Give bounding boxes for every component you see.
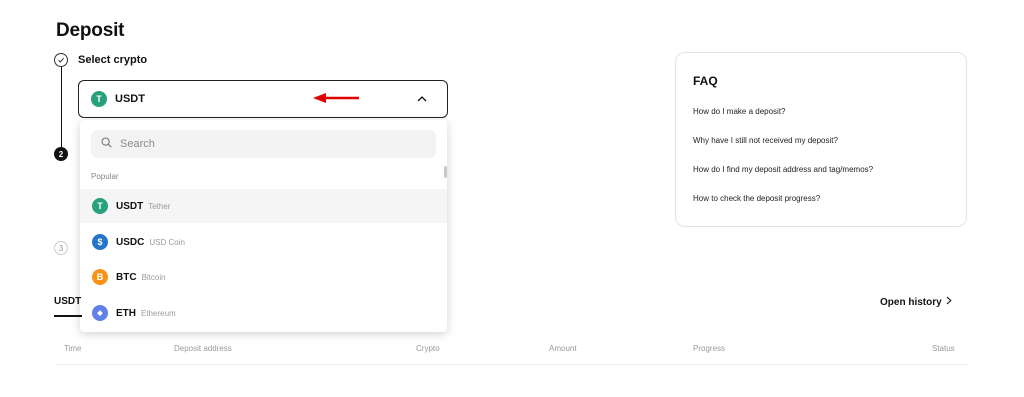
coin-symbol: BTC — [116, 271, 137, 283]
column-header-status: Status — [932, 344, 955, 353]
faq-card: FAQ How do I make a deposit? Why have I … — [675, 52, 967, 227]
column-header-deposit-address: Deposit address — [174, 344, 232, 353]
search-input[interactable] — [120, 138, 320, 150]
search-box[interactable] — [91, 130, 436, 158]
coin-option-btc[interactable]: B BTC Bitcoin — [80, 260, 447, 294]
coin-name: USD Coin — [149, 237, 185, 247]
coin-name: Tether — [148, 201, 171, 211]
faq-link[interactable]: How do I make a deposit? — [693, 97, 949, 126]
step-2-indicator: 2 — [54, 147, 68, 161]
coin-name: Bitcoin — [141, 272, 166, 282]
dropdown-scrollbar[interactable] — [444, 166, 447, 178]
crypto-dropdown: Popular T USDT Tether $ USDC USD Coin B … — [80, 120, 447, 332]
faq-link[interactable]: How do I find my deposit address and tag… — [693, 155, 949, 184]
open-history-label: Open history — [880, 296, 942, 308]
table-divider — [56, 364, 968, 365]
faq-title: FAQ — [693, 74, 718, 88]
search-icon — [101, 135, 112, 153]
step-1-label: Select crypto — [78, 54, 148, 66]
page-title: Deposit — [56, 20, 125, 41]
step-3-indicator: 3 — [54, 241, 68, 255]
usdt-coin-icon: T — [92, 198, 108, 214]
column-header-crypto: Crypto — [416, 344, 440, 353]
faq-link[interactable]: How to check the deposit progress? — [693, 184, 949, 213]
crypto-select-value: USDT — [115, 93, 145, 105]
coin-symbol: ETH — [116, 307, 136, 319]
column-header-progress: Progress — [693, 344, 726, 353]
crypto-select[interactable]: T USDT — [78, 80, 448, 118]
tab-usdt[interactable]: USDT — [54, 296, 81, 307]
coin-option-eth[interactable]: ◆ ETH Ethereum — [80, 296, 447, 330]
open-history-link[interactable]: Open history — [880, 296, 952, 308]
coin-option-usdc[interactable]: $ USDC USD Coin — [80, 225, 447, 259]
coin-symbol: USDT — [116, 200, 144, 212]
usdt-coin-icon: T — [91, 91, 107, 107]
annotation-arrow-icon — [313, 93, 359, 103]
faq-link[interactable]: Why have I still not received my deposit… — [693, 126, 949, 155]
btc-coin-icon: B — [92, 269, 108, 285]
usdc-coin-icon: $ — [92, 234, 108, 250]
coin-option-usdt[interactable]: T USDT Tether — [80, 189, 447, 223]
coin-name: Ethereum — [141, 308, 176, 318]
eth-coin-icon: ◆ — [92, 305, 108, 321]
history-table-header: Time Deposit address Crypto Amount Progr… — [56, 344, 960, 355]
popular-section-label: Popular — [91, 172, 119, 181]
tab-underline — [54, 315, 82, 317]
column-header-time: Time — [64, 344, 82, 353]
column-header-amount: Amount — [549, 344, 577, 353]
chevron-right-icon — [946, 296, 952, 308]
stepper-line — [61, 67, 62, 147]
chevron-up-icon[interactable] — [415, 92, 429, 106]
coin-symbol: USDC — [116, 236, 145, 248]
step-1-check-icon — [54, 53, 68, 67]
